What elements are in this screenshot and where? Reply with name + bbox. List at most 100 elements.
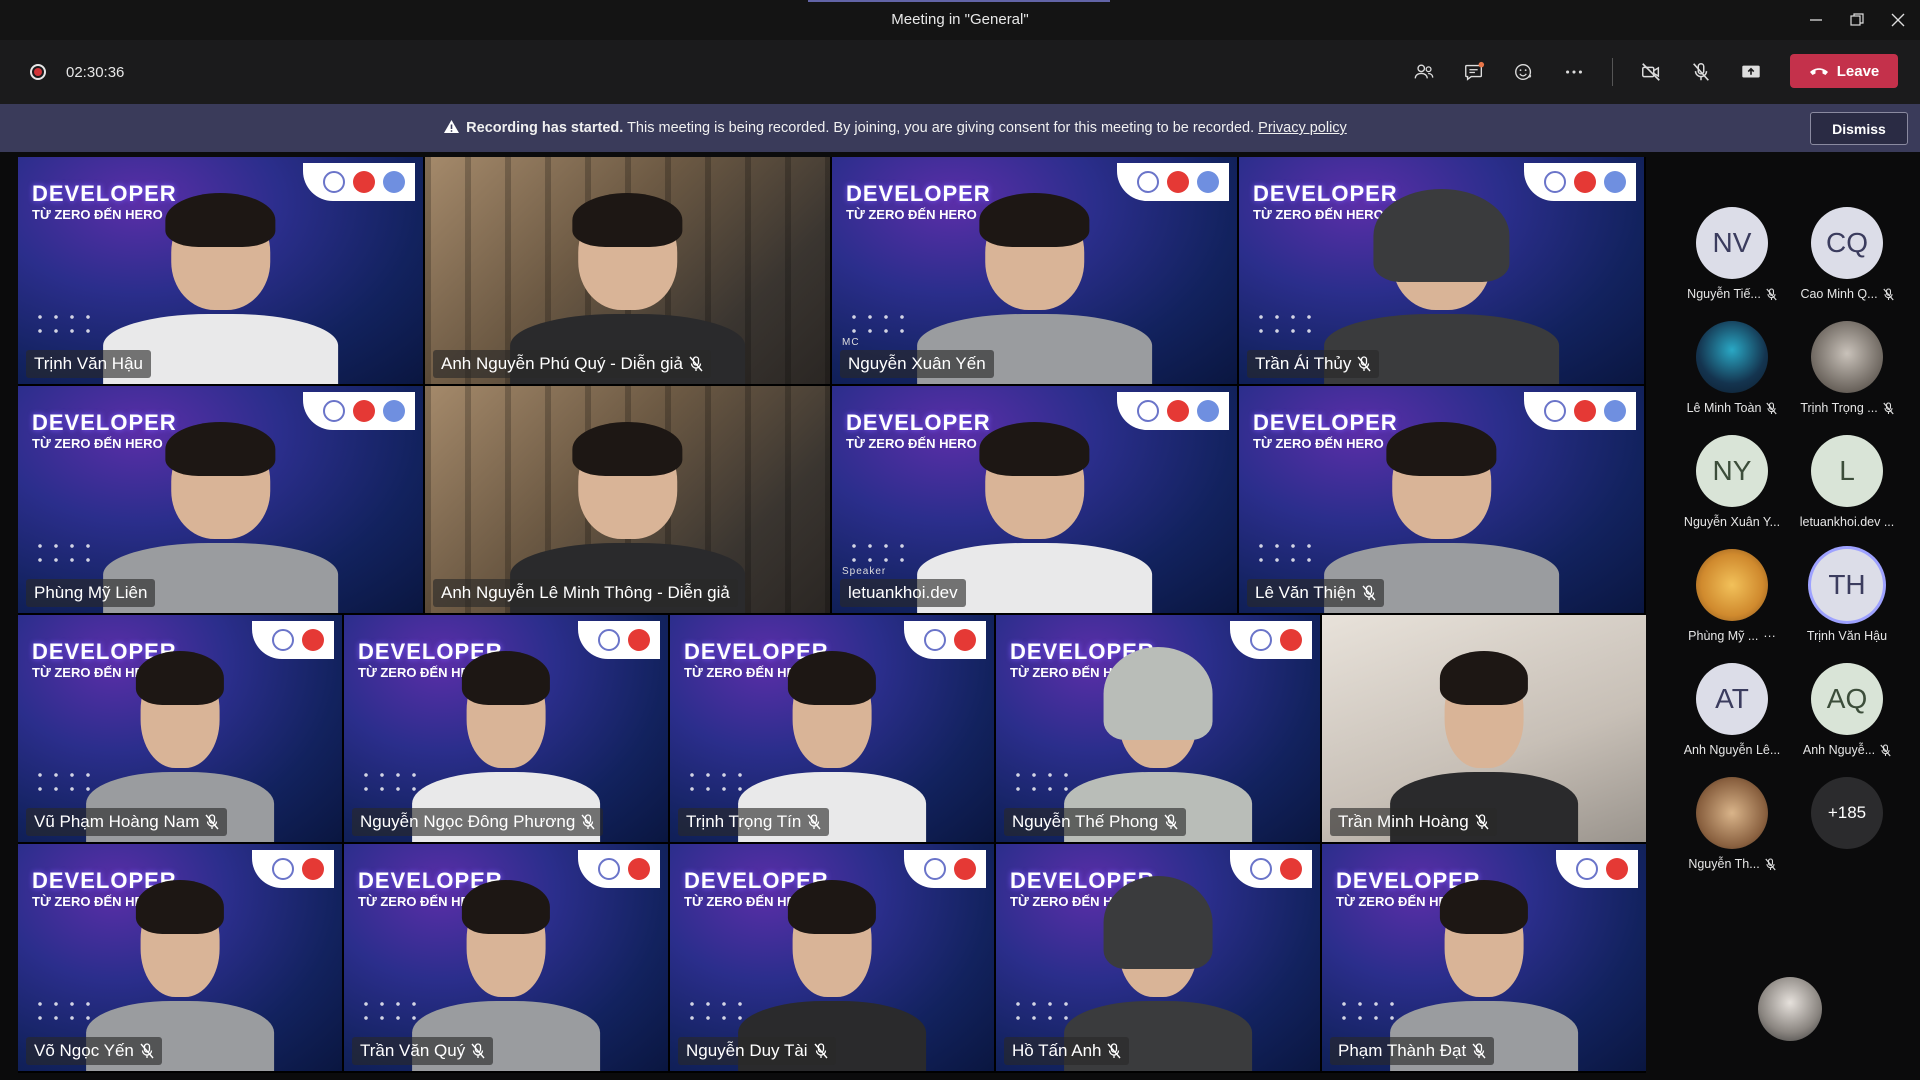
participant-name: Phùng Mỹ Liên bbox=[34, 583, 148, 602]
person-hair bbox=[1103, 646, 1213, 741]
share-screen-button[interactable] bbox=[1733, 54, 1769, 90]
participant-avatar-item[interactable]: AQ Anh Nguyễ... bbox=[1791, 663, 1903, 757]
participant-avatar-item[interactable]: AT Anh Nguyễn Lê... bbox=[1676, 663, 1788, 757]
video-tile[interactable]: DEVELOPER TỪ ZERO ĐẾN HERO Speaker letuankh… bbox=[832, 386, 1237, 613]
participant-avatar-item[interactable]: Trịnh Trọng ... bbox=[1791, 321, 1903, 415]
avatar bbox=[1811, 321, 1883, 393]
video-tile[interactable]: DEVELOPER TỪ ZERO ĐẾN HERO Nguyễn Ngọc Đôn… bbox=[344, 615, 668, 842]
mic-off-icon bbox=[471, 1043, 485, 1059]
meeting-timer: 02:30:36 bbox=[66, 64, 125, 81]
logo-icon bbox=[383, 171, 405, 193]
self-view-avatar[interactable] bbox=[1758, 977, 1822, 1041]
video-tile[interactable]: DEVELOPER TỪ ZERO ĐẾN HERO Vũ Phạm Hoàng N… bbox=[18, 615, 342, 842]
video-tile[interactable]: Trần Minh Hoàng bbox=[1322, 615, 1646, 842]
person-hair bbox=[1373, 188, 1510, 283]
video-tile[interactable]: DEVELOPER TỪ ZERO ĐẾN HERO Phạm Thành Đạt bbox=[1322, 844, 1646, 1071]
privacy-policy-link[interactable]: Privacy policy bbox=[1258, 120, 1347, 136]
participant-avatar-item[interactable]: NV Nguyễn Tiế... bbox=[1676, 207, 1788, 301]
participant-nameplate: Phạm Thành Đạt bbox=[1330, 1037, 1495, 1065]
person-hair bbox=[979, 192, 1090, 248]
participant-avatar-item[interactable]: Lê Minh Toàn bbox=[1676, 321, 1788, 415]
participant-nameplate: Anh Nguyễn Lê Minh Thông - Diễn giả bbox=[433, 579, 738, 607]
more-icon bbox=[1566, 70, 1582, 74]
mic-off-icon bbox=[1164, 814, 1178, 830]
logo-icon bbox=[1604, 400, 1626, 422]
video-tile[interactable]: DEVELOPER TỪ ZERO ĐẾN HERO Phùng Mỹ Liên bbox=[18, 386, 423, 613]
chat-button[interactable] bbox=[1456, 54, 1492, 90]
video-tile[interactable]: DEVELOPER TỪ ZERO ĐẾN HERO Trịnh Văn Hậu bbox=[18, 157, 423, 384]
decorative-dots bbox=[846, 310, 906, 334]
logo-icon bbox=[1250, 629, 1272, 651]
decorative-dots bbox=[358, 997, 418, 1021]
participant-label: Anh Nguyễ... bbox=[1802, 743, 1876, 757]
participant-avatar-item[interactable]: CQ Cao Minh Q... bbox=[1791, 207, 1903, 301]
mic-off-icon bbox=[1766, 401, 1778, 414]
participant-name: Võ Ngọc Yến bbox=[34, 1041, 134, 1060]
logo-icon bbox=[1167, 400, 1189, 422]
toolbar-divider bbox=[1612, 58, 1613, 86]
participant-label: Nguyễn Tiế... bbox=[1687, 287, 1761, 301]
close-icon bbox=[1891, 13, 1905, 27]
video-tile[interactable]: DEVELOPER TỪ ZERO ĐẾN HERO Võ Ngọc Yến bbox=[18, 844, 342, 1071]
camera-toggle-button[interactable] bbox=[1633, 54, 1669, 90]
participant-avatar-item[interactable]: Nguyễn Th... bbox=[1676, 777, 1788, 871]
video-tile[interactable]: DEVELOPER TỪ ZERO ĐẾN HERO Trần Ái Thủy bbox=[1239, 157, 1644, 384]
participant-nameplate: Anh Nguyễn Phú Quý - Diễn giả bbox=[433, 350, 711, 378]
participant-avatar-item[interactable]: Phùng Mỹ ... ··· bbox=[1676, 549, 1788, 643]
participant-avatar-item[interactable]: Lletuankhoi.dev ... bbox=[1791, 435, 1903, 529]
video-tile[interactable]: DEVELOPER TỪ ZERO ĐẾN HERO Trần Văn Quý bbox=[344, 844, 668, 1071]
video-tile[interactable]: Anh Nguyễn Phú Quý - Diễn giả bbox=[425, 157, 830, 384]
participant-avatar-item[interactable]: TH Trịnh Văn Hậu bbox=[1791, 549, 1903, 643]
participant-avatar-item[interactable]: NY Nguyễn Xuân Y... bbox=[1676, 435, 1788, 529]
leave-button[interactable]: Leave bbox=[1790, 54, 1898, 88]
video-tile[interactable]: DEVELOPER TỪ ZERO ĐẾN HERO Trịnh Trọng Tín bbox=[670, 615, 994, 842]
more-icon[interactable]: ··· bbox=[1763, 629, 1776, 643]
participant-avatar-item[interactable]: +185 bbox=[1791, 777, 1903, 849]
restore-button[interactable] bbox=[1843, 6, 1871, 34]
avatar: AT bbox=[1696, 663, 1768, 735]
dismiss-button[interactable]: Dismiss bbox=[1810, 112, 1908, 145]
participant-gallery: NV Nguyễn Tiế... CQ Cao Minh Q... Lê Minh To… bbox=[1660, 157, 1918, 1073]
mic-toggle-button[interactable] bbox=[1683, 54, 1719, 90]
avatar-initials: CQ bbox=[1826, 227, 1868, 258]
video-tile[interactable]: DEVELOPER TỪ ZERO ĐẾN HERO Nguyễn Thế Phon… bbox=[996, 615, 1320, 842]
participant-nameplate: Trịnh Trọng Tín bbox=[678, 808, 830, 836]
video-tile[interactable]: DEVELOPER TỪ ZERO ĐẾN HERO MC Nguyễn Xuân Y… bbox=[832, 157, 1237, 384]
participant-name: Trịnh Trọng ... bbox=[1791, 401, 1903, 415]
logo-icon bbox=[302, 629, 324, 651]
person-hair bbox=[461, 879, 551, 935]
video-tile[interactable]: DEVELOPER TỪ ZERO ĐẾN HERO Lê Văn Thiện bbox=[1239, 386, 1644, 613]
decorative-dots bbox=[32, 768, 92, 792]
avatar-initials: L bbox=[1839, 455, 1855, 486]
participant-nameplate: Trần Văn Quý bbox=[352, 1037, 494, 1065]
logo-icon bbox=[598, 629, 620, 651]
more-actions-button[interactable] bbox=[1556, 54, 1592, 90]
decorative-dots bbox=[358, 768, 418, 792]
mic-off-icon bbox=[689, 356, 703, 372]
logo-icon bbox=[272, 629, 294, 651]
video-tile[interactable]: DEVELOPER TỪ ZERO ĐẾN HERO Nguyễn Duy Tài bbox=[670, 844, 994, 1071]
mic-off-icon bbox=[1882, 287, 1894, 300]
logo-icon bbox=[1280, 858, 1302, 880]
video-tile[interactable]: Anh Nguyễn Lê Minh Thông - Diễn giả bbox=[425, 386, 830, 613]
avatar: NY bbox=[1696, 435, 1768, 507]
mic-off-icon bbox=[1880, 743, 1891, 756]
logo-icon bbox=[1197, 171, 1219, 193]
participant-label: Lê Minh Toàn bbox=[1686, 401, 1762, 415]
reactions-icon bbox=[1515, 63, 1532, 81]
participant-label: Cao Minh Q... bbox=[1800, 287, 1878, 301]
close-button[interactable] bbox=[1884, 6, 1912, 34]
logo-icon bbox=[1197, 400, 1219, 422]
participants-button[interactable] bbox=[1406, 54, 1442, 90]
minimize-button[interactable] bbox=[1802, 6, 1830, 34]
record-icon bbox=[30, 64, 46, 80]
person-hair bbox=[572, 421, 683, 477]
participant-name: Phùng Mỹ ... ··· bbox=[1676, 629, 1788, 643]
video-tile[interactable]: DEVELOPER TỪ ZERO ĐẾN HERO Hồ Tấn Anh bbox=[996, 844, 1320, 1071]
person-hair bbox=[135, 879, 225, 935]
participant-name: Nguyễn Xuân Yến bbox=[848, 354, 986, 373]
participant-name: Lê Văn Thiện bbox=[1255, 583, 1356, 602]
reactions-button[interactable] bbox=[1506, 54, 1542, 90]
decorative-dots bbox=[1253, 539, 1313, 563]
participant-name: Anh Nguyễn Lê... bbox=[1676, 743, 1788, 757]
